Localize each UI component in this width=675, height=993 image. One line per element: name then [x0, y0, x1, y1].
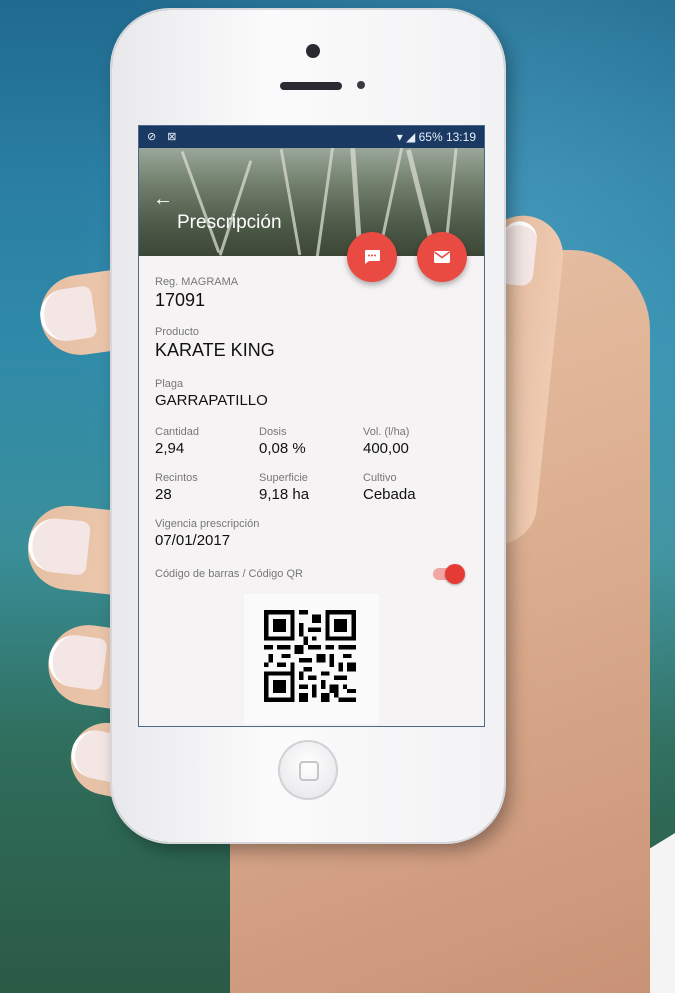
- qr-code-container: [244, 594, 379, 724]
- battery-clock: 65% 13:19: [418, 130, 476, 144]
- superficie-value: 9,18 ha: [259, 486, 310, 503]
- home-button[interactable]: [278, 740, 338, 800]
- mail-icon: [434, 251, 450, 263]
- reg-label: Reg. MAGRAMA: [155, 276, 239, 288]
- barcode-toggle-label: Código de barras / Código QR: [155, 568, 303, 580]
- superficie-label: Superficie: [259, 472, 308, 484]
- cantidad-value: 2,94: [155, 440, 185, 457]
- recintos-label: Recintos: [155, 472, 198, 484]
- back-arrow-icon[interactable]: ←: [153, 188, 173, 211]
- app-screen: ⊘ ⊠ ▾ ◢ 65% 13:19 ← Prescripción Reg. MA…: [139, 126, 484, 726]
- vigencia-value: 07/01/2017: [155, 532, 231, 549]
- plaga-value: GARRAPATILLO: [155, 392, 268, 409]
- producto-value: KARATE KING: [155, 340, 275, 360]
- dosis-value: 0,08 %: [259, 440, 306, 457]
- chat-button[interactable]: [347, 232, 397, 282]
- status-right: ▾ ◢ 65% 13:19: [397, 130, 476, 144]
- status-left-icons: ⊘ ⊠: [147, 131, 181, 143]
- wifi-signal-icon: ▾ ◢: [396, 130, 419, 144]
- plaga-label: Plaga: [155, 378, 184, 390]
- cantidad-label: Cantidad: [155, 426, 200, 438]
- qr-code-icon: [264, 610, 356, 702]
- barcode-qr-toggle[interactable]: [433, 564, 465, 584]
- page-title: Prescripción: [177, 212, 282, 233]
- vigencia-label: Vigencia prescripción: [155, 518, 260, 530]
- status-bar: ⊘ ⊠ ▾ ◢ 65% 13:19: [139, 126, 484, 148]
- proximity-sensor: [357, 81, 365, 89]
- cultivo-value: Cebada: [363, 486, 416, 503]
- vol-label: Vol. (l/ha): [363, 426, 410, 438]
- vol-value: 400,00: [363, 440, 409, 457]
- recintos-value: 28: [155, 486, 172, 503]
- reg-value: 17091: [155, 290, 206, 310]
- producto-label: Producto: [155, 326, 200, 338]
- earpiece-speaker: [280, 82, 342, 90]
- email-button[interactable]: [417, 232, 467, 282]
- front-camera: [306, 44, 320, 58]
- message-icon: [365, 250, 380, 264]
- dosis-label: Dosis: [259, 426, 287, 438]
- cultivo-label: Cultivo: [363, 472, 397, 484]
